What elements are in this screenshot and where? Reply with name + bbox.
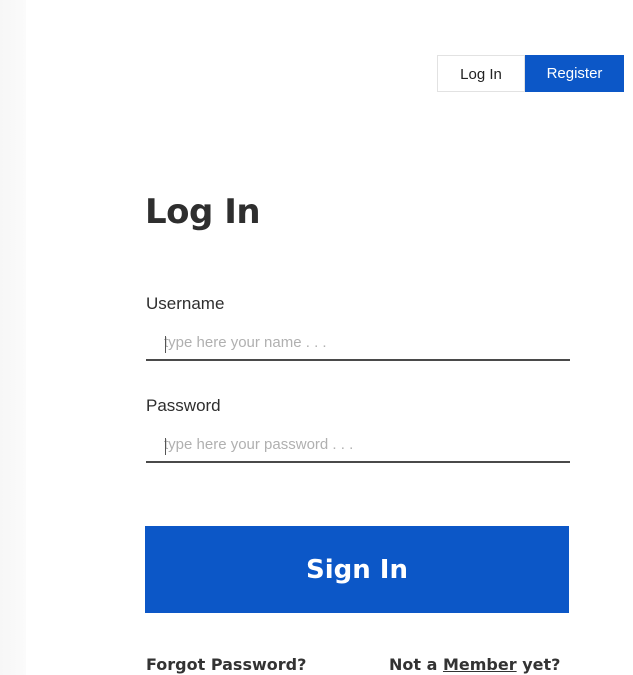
password-input[interactable] <box>146 427 570 461</box>
tab-register[interactable]: Register <box>525 55 624 92</box>
username-label: Username <box>146 294 225 313</box>
auth-tabs: Log In Register <box>437 55 624 92</box>
sign-in-button[interactable]: Sign In <box>145 526 569 613</box>
tab-login[interactable]: Log In <box>437 55 525 92</box>
password-label: Password <box>146 396 221 415</box>
register-prompt: Not a Member yet? <box>389 655 560 674</box>
member-link[interactable]: Member <box>443 655 517 674</box>
forgot-password-link[interactable]: Forgot Password? <box>146 655 306 674</box>
text-caret <box>165 438 166 455</box>
not-a-text: Not a <box>389 655 438 674</box>
page-title: Log In <box>145 192 261 232</box>
username-field-wrapper <box>146 325 570 361</box>
text-caret <box>165 336 166 353</box>
password-field-wrapper <box>146 427 570 463</box>
yet-text: yet? <box>522 655 561 674</box>
left-panel-edge <box>0 0 26 675</box>
username-input[interactable] <box>146 325 570 359</box>
